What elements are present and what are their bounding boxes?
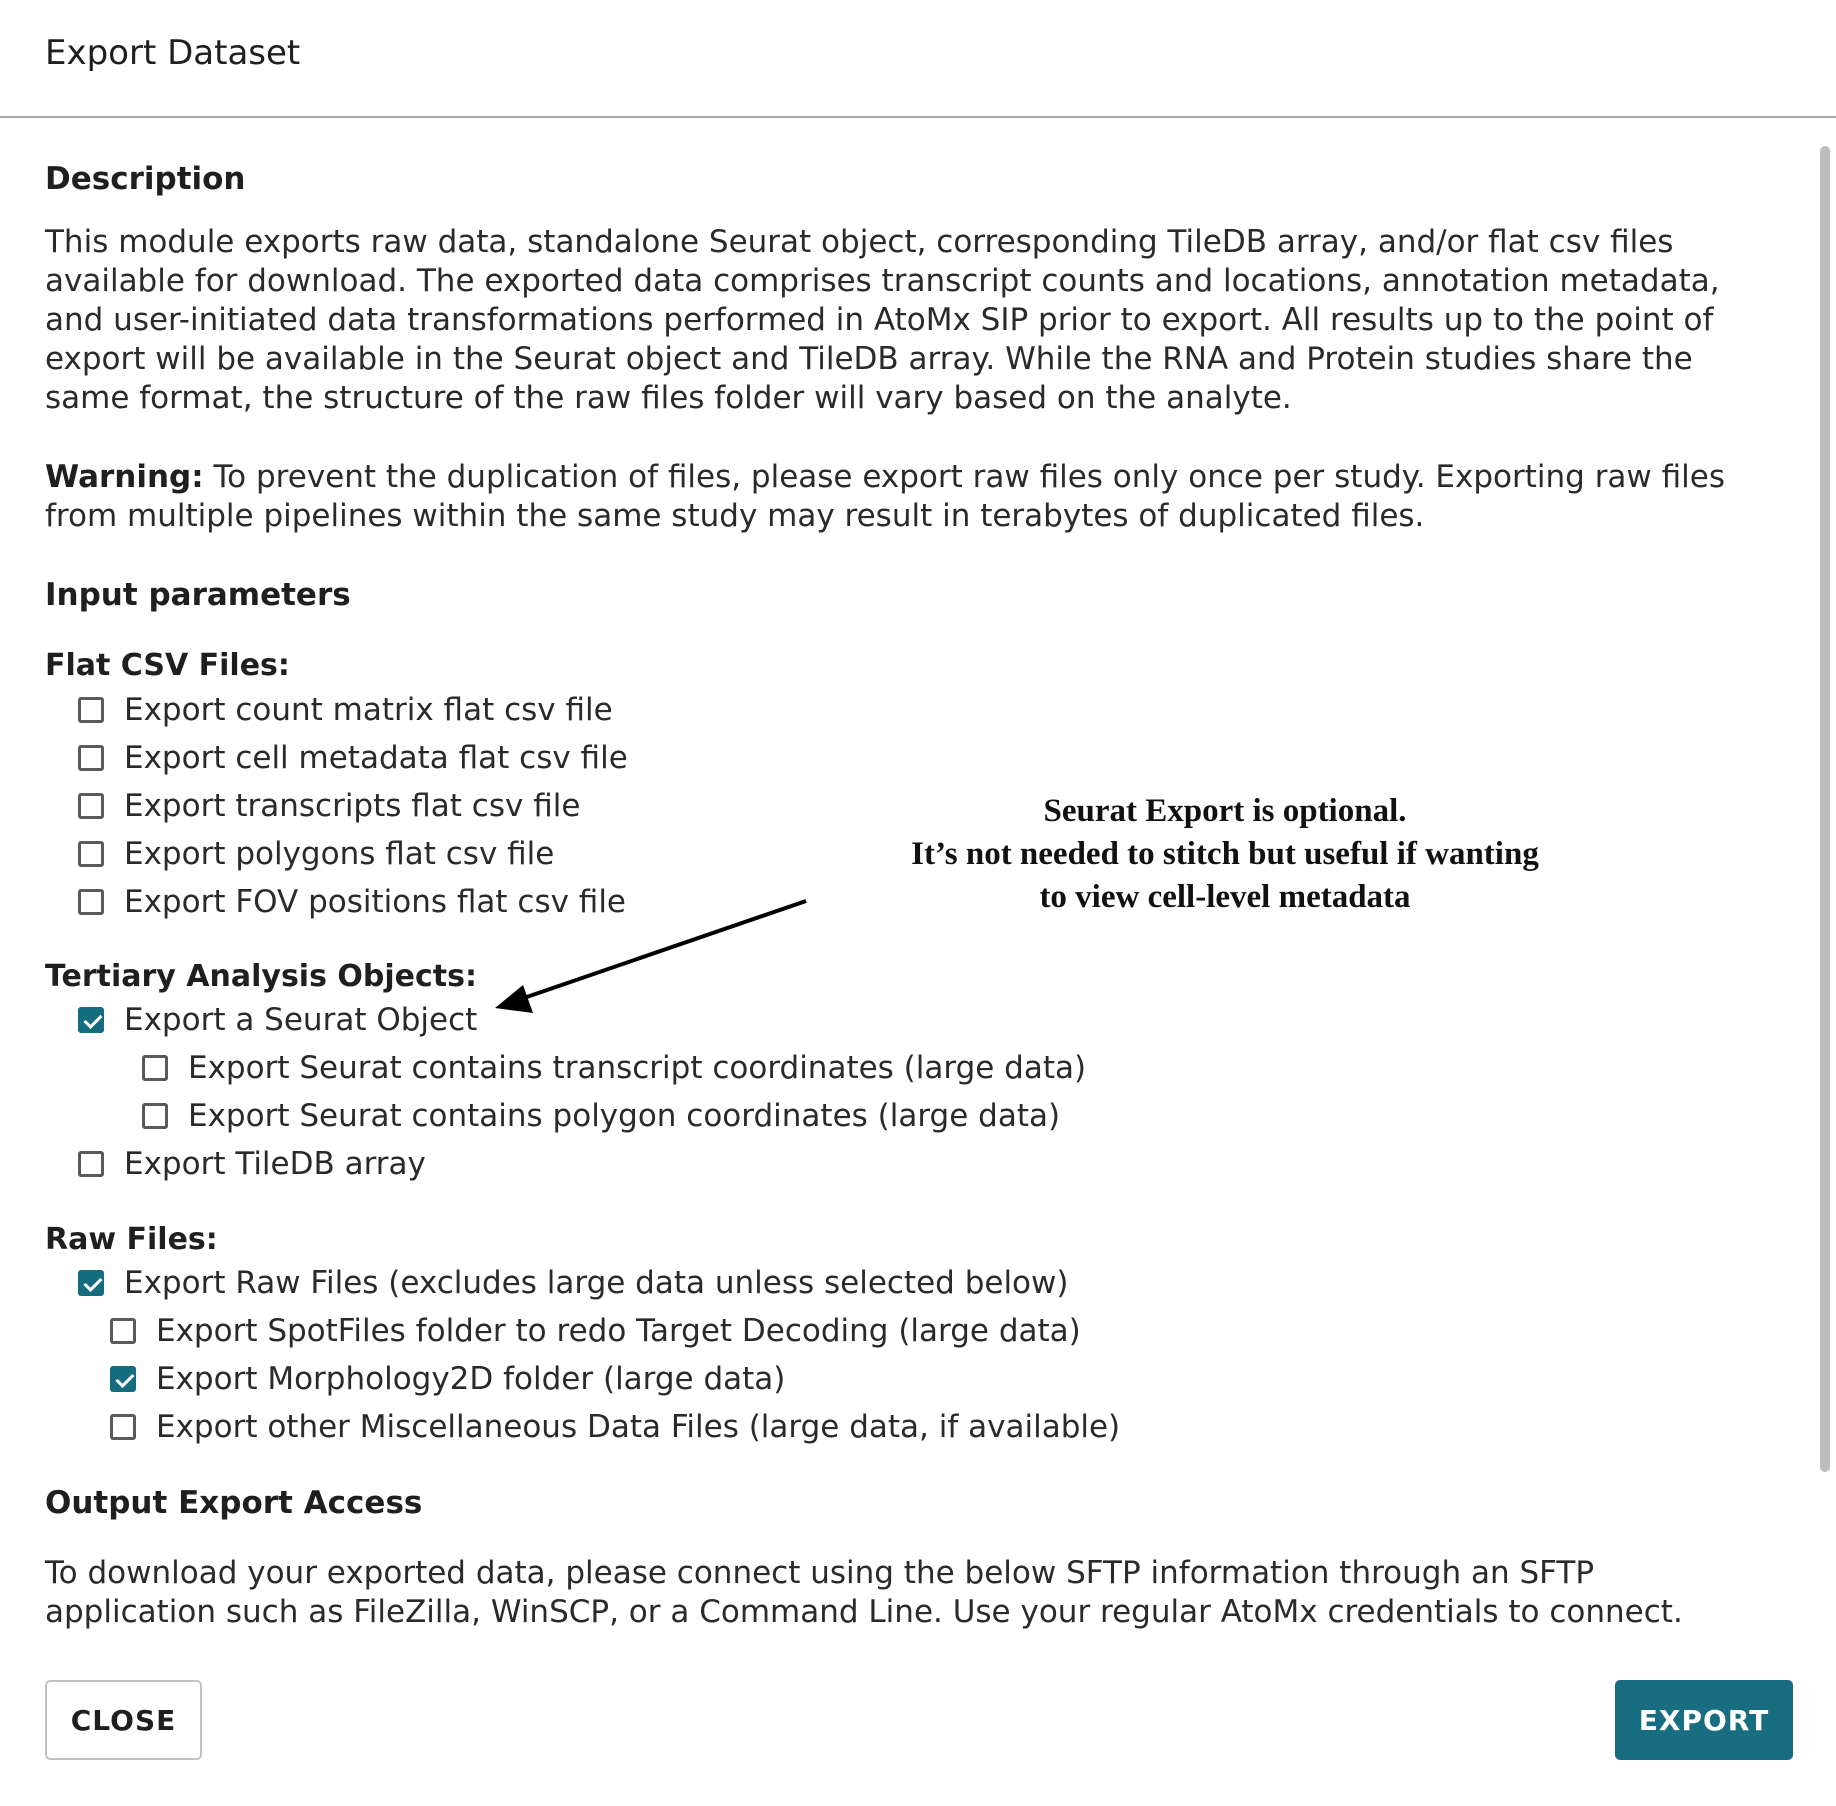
checkbox-row-transcripts[interactable]: Export transcripts flat csv file (78, 786, 580, 826)
checkbox-label: Export count matrix flat csv file (124, 692, 613, 728)
scrollbar-thumb[interactable] (1820, 146, 1830, 1472)
description-heading: Description (45, 161, 246, 197)
checkbox-label: Export Morphology2D folder (large data) (156, 1361, 786, 1397)
checkbox-label: Export a Seurat Object (124, 1002, 478, 1038)
checkbox-row-raw-files[interactable]: Export Raw Files (excludes large data un… (78, 1263, 1068, 1303)
checkbox[interactable] (142, 1055, 168, 1081)
checkbox[interactable] (78, 745, 104, 771)
checkbox-row-tiledb[interactable]: Export TileDB array (78, 1144, 426, 1184)
checkbox[interactable] (142, 1103, 168, 1129)
checkbox-row-morphology2d[interactable]: Export Morphology2D folder (large data) (110, 1359, 785, 1399)
warning-label: Warning: (45, 459, 204, 495)
dialog-header: Export Dataset (0, 0, 1836, 118)
checkbox-label: Export TileDB array (124, 1146, 426, 1182)
warning-text: Warning: To prevent the duplication of f… (45, 458, 1765, 536)
checkbox-row-seurat-transcripts[interactable]: Export Seurat contains transcript coordi… (142, 1048, 1086, 1088)
checkbox-row-polygons[interactable]: Export polygons flat csv file (78, 834, 554, 874)
checkbox-row-cell-metadata[interactable]: Export cell metadata flat csv file (78, 738, 628, 778)
checkbox-label: Export other Miscellaneous Data Files (l… (156, 1409, 1121, 1445)
checkbox-label: Export transcripts flat csv file (124, 788, 581, 824)
description-text: This module exports raw data, standalone… (45, 224, 1720, 416)
checkbox-checked[interactable] (110, 1366, 136, 1392)
raw-files-label: Raw Files: (45, 1222, 218, 1257)
checkbox-row-count-matrix[interactable]: Export count matrix flat csv file (78, 690, 613, 730)
checkbox-label: Export Raw Files (excludes large data un… (124, 1265, 1069, 1301)
checkbox-label: Export polygons flat csv file (124, 836, 555, 872)
output-access-heading: Output Export Access (45, 1485, 423, 1521)
annotation-line-3: to view cell-level metadata (1039, 879, 1411, 915)
export-button[interactable]: EXPORT (1615, 1680, 1793, 1760)
warning-body: To prevent the duplication of files, ple… (45, 459, 1726, 534)
checkbox-label: Export cell metadata flat csv file (124, 740, 628, 776)
checkbox-row-seurat-polygons[interactable]: Export Seurat contains polygon coordinat… (142, 1096, 1060, 1136)
checkbox[interactable] (78, 1151, 104, 1177)
output-access-text: To download your exported data, please c… (45, 1555, 1683, 1630)
checkbox-row-seurat-object[interactable]: Export a Seurat Object (78, 1000, 477, 1040)
dialog-title: Export Dataset (45, 33, 301, 73)
checkbox-label: Export SpotFiles folder to redo Target D… (156, 1313, 1081, 1349)
annotation-line-2: It’s not needed to stitch but useful if … (911, 836, 1539, 872)
checkbox[interactable] (78, 889, 104, 915)
checkbox-row-spotfiles[interactable]: Export SpotFiles folder to redo Target D… (110, 1311, 1081, 1351)
checkbox[interactable] (110, 1318, 136, 1344)
checkbox[interactable] (78, 697, 104, 723)
flat-csv-label: Flat CSV Files: (45, 648, 290, 683)
input-parameters-heading: Input parameters (45, 577, 351, 613)
checkbox[interactable] (78, 841, 104, 867)
annotation-line-1: Seurat Export is optional. (1043, 793, 1407, 829)
annotation-callout: Seurat Export is optional. It’s not need… (850, 790, 1600, 919)
checkbox-label: Export Seurat contains transcript coordi… (188, 1050, 1087, 1086)
tertiary-analysis-label: Tertiary Analysis Objects: (45, 959, 477, 994)
arrow-head (495, 985, 533, 1013)
export-dataset-dialog: Export Dataset Description This module e… (0, 0, 1836, 1806)
close-button[interactable]: CLOSE (45, 1680, 202, 1760)
checkbox-row-misc-data[interactable]: Export other Miscellaneous Data Files (l… (110, 1407, 1120, 1447)
checkbox-label: Export FOV positions flat csv file (124, 884, 627, 920)
checkbox-label: Export Seurat contains polygon coordinat… (188, 1098, 1061, 1134)
checkbox-checked[interactable] (78, 1270, 104, 1296)
checkbox[interactable] (110, 1414, 136, 1440)
checkbox-row-fov-positions[interactable]: Export FOV positions flat csv file (78, 882, 626, 922)
checkbox-checked[interactable] (78, 1007, 104, 1033)
checkbox[interactable] (78, 793, 104, 819)
